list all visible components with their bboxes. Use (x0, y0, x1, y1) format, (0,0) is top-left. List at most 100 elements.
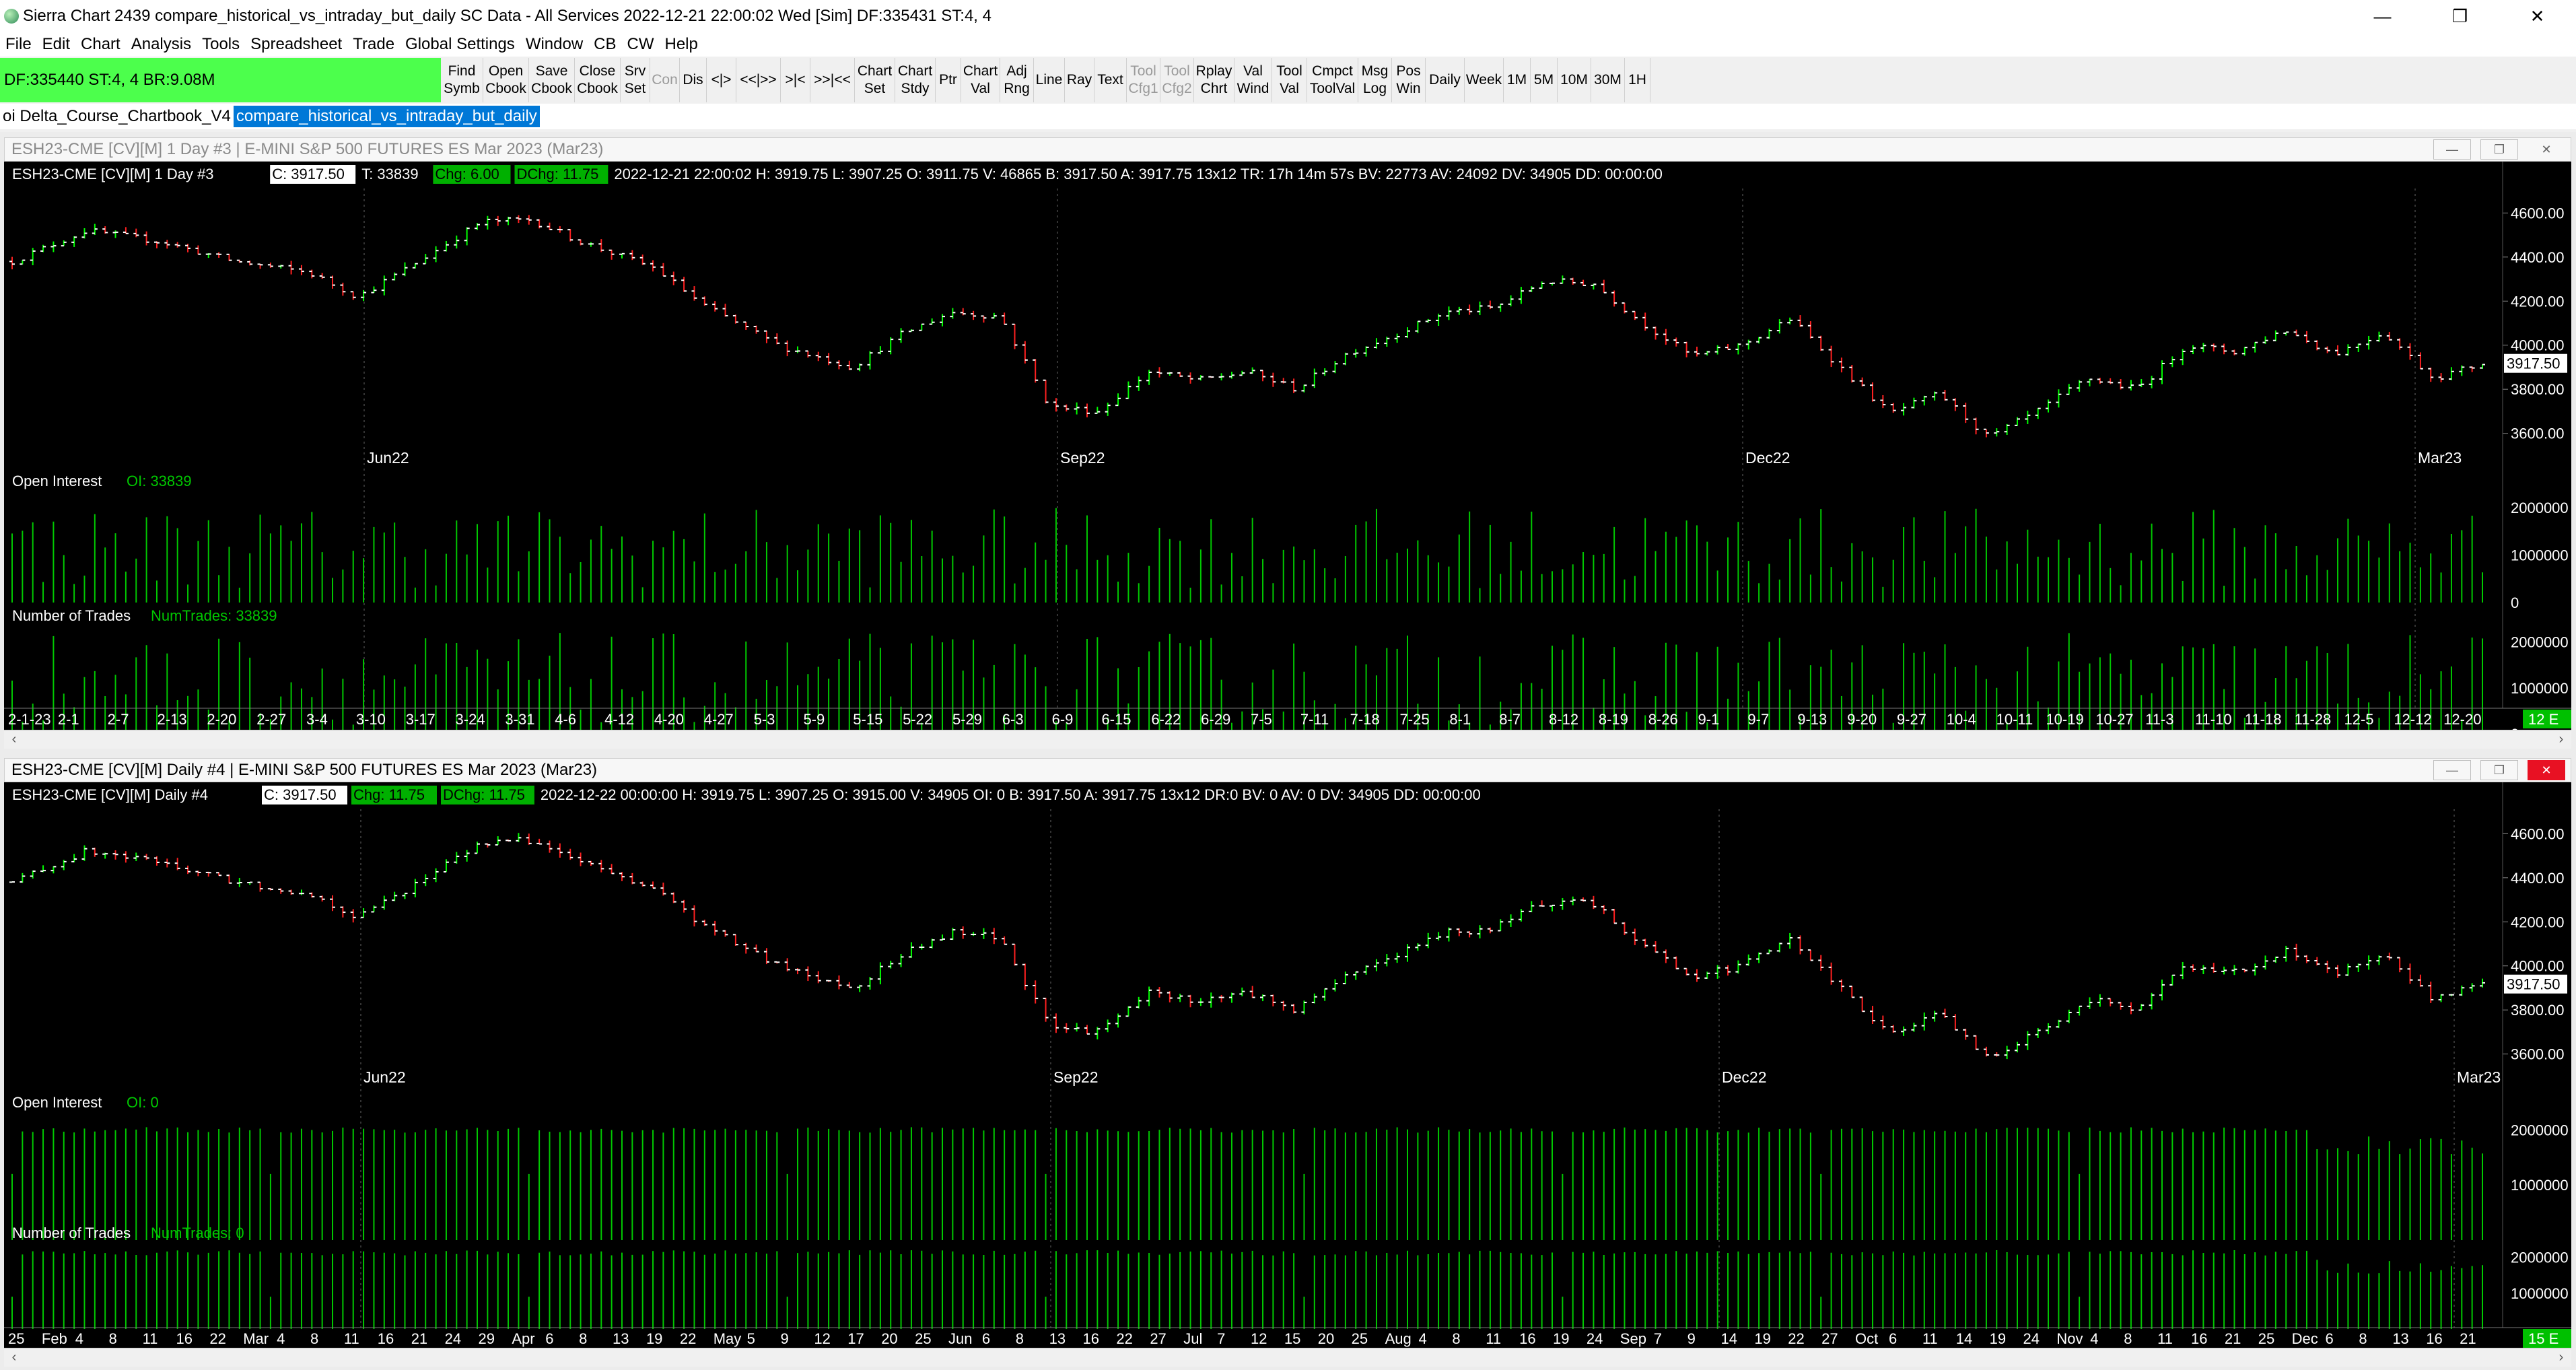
toolbar-btn-10m[interactable]: 10M (1558, 58, 1591, 102)
menu-analysis[interactable]: Analysis (126, 35, 197, 54)
oi-axis-tick-label: 0 (2511, 594, 2519, 611)
scroll-left-icon[interactable]: ‹ (4, 730, 24, 748)
menu-chart[interactable]: Chart (75, 35, 126, 54)
x-axis-tick-label: Nov (2056, 1330, 2083, 1347)
toolbar-btn-1h[interactable]: 1H (1625, 58, 1650, 102)
toolbar-btn-dis[interactable]: Dis (680, 58, 707, 102)
x-axis-tick-label: 4-27 (704, 711, 734, 728)
toolbar-btn-[interactable]: <<|>> (736, 58, 781, 102)
toolbar-btn-daily[interactable]: Daily (1426, 58, 1465, 102)
menu-window[interactable]: Window (520, 35, 588, 54)
chart-window-3[interactable]: ESH23-CME [CV][M] 1 Day #3 | E-MINI S&P … (4, 137, 2571, 749)
toolbar-btn-ray[interactable]: Ray (1065, 58, 1094, 102)
menu-global-settings[interactable]: Global Settings (400, 35, 520, 54)
chart-horizontal-scrollbar[interactable]: ‹ › (4, 730, 2571, 749)
toolbar-btn-toolcfg1[interactable]: Tool Cfg1 (1127, 58, 1160, 102)
scroll-right-icon[interactable]: › (2551, 1348, 2571, 1366)
x-axis-tick-label: 10-11 (1996, 711, 2033, 728)
toolbar-btn-rplaychrt[interactable]: Rplay Chrt (1194, 58, 1234, 102)
x-axis-tick-label: 9 (781, 1330, 789, 1347)
x-axis-tick-label: 3-31 (505, 711, 534, 728)
toolbar-btn-toolcfg2[interactable]: Tool Cfg2 (1160, 58, 1194, 102)
toolbar-btn-adjrng[interactable]: Adj Rng (1000, 58, 1034, 102)
toolbar-btn-chartset[interactable]: Chart Set (855, 58, 895, 102)
x-axis-tick-label: 13 (613, 1330, 629, 1347)
toolbar-btn-1m[interactable]: 1M (1504, 58, 1531, 102)
menu-cw[interactable]: CW (622, 35, 660, 54)
x-axis-tick-label: 21 (411, 1330, 427, 1347)
x-axis-tick-label: 9-1 (1698, 711, 1720, 728)
menu-edit[interactable]: Edit (37, 35, 75, 54)
chart-area[interactable]: ESH23-CME [CV][M] Daily #4 C: 3917.50 Chg:… (4, 782, 2571, 1348)
restore-icon[interactable]: ❐ (2421, 0, 2499, 32)
chart-3-svg[interactable]: ESH23-CME [CV][M] 1 Day #3 C: 3917.50 T: 3… (4, 162, 2571, 730)
x-axis-tick-label: 20 (1318, 1330, 1334, 1347)
x-axis-tick-label: 11 (2157, 1330, 2173, 1347)
chart-info-chg: Chg: 6.00 (435, 166, 499, 182)
toolbar-btn-label: 10M (1560, 72, 1588, 88)
toolbar-btn-chartstdy[interactable]: Chart Stdy (895, 58, 936, 102)
menu-spreadsheet[interactable]: Spreadsheet (245, 35, 347, 54)
chart-window-4[interactable]: ESH23-CME [CV][M] Daily #4 | E-MINI S&P … (4, 758, 2571, 1367)
tab-oi-delta-course-chartbook-v4[interactable]: oi Delta_Course_Chartbook_V4 (0, 106, 234, 127)
chart-4-svg[interactable]: ESH23-CME [CV][M] Daily #4 C: 3917.50 Chg:… (4, 782, 2571, 1348)
menu-file[interactable]: File (0, 35, 37, 54)
toolbar-btn-label: Ray (1066, 72, 1092, 88)
close-icon[interactable]: ✕ (2499, 0, 2576, 32)
toolbar-btn-chartval[interactable]: Chart Val (961, 58, 1000, 102)
x-axis-tick-label: 12 (1251, 1330, 1267, 1347)
tab-compare-historical-vs-intraday-but-daily[interactable]: compare_historical_vs_intraday_but_daily (233, 106, 540, 127)
toolbar-btn-opencbook[interactable]: Open Cbook (483, 58, 529, 102)
menu-cb[interactable]: CB (588, 35, 621, 54)
toolbar-btn-week[interactable]: Week (1465, 58, 1504, 102)
toolbar-btn-srvset[interactable]: Srv Set (621, 58, 650, 102)
x-axis-tick-label: 6-9 (1052, 711, 1074, 728)
toolbar-btn-label: Val (971, 81, 990, 96)
minimize-icon[interactable]: — (2344, 0, 2421, 32)
x-axis-tick-label: 8 (579, 1330, 587, 1347)
toolbar-btn-line[interactable]: Line (1034, 58, 1065, 102)
toolbar-btn-msglog[interactable]: Msg Log (1358, 58, 1392, 102)
x-axis-tick-label: 10-27 (2095, 711, 2133, 728)
toolbar-btn-text[interactable]: Text (1094, 58, 1127, 102)
toolbar-btn-valwind[interactable]: Val Wind (1234, 58, 1272, 102)
toolbar-btn-label: >>|<< (814, 72, 851, 88)
x-axis-tick-label: 5-15 (853, 711, 882, 728)
scroll-left-icon[interactable]: ‹ (4, 1348, 24, 1366)
toolbar-btn-[interactable]: <|> (707, 58, 736, 102)
chart-restore-icon[interactable]: ❐ (2480, 139, 2518, 160)
chart-minimize-icon[interactable]: — (2433, 760, 2471, 780)
chart-info-close: C: 3917.50 (264, 786, 337, 803)
menu-trade[interactable]: Trade (347, 35, 400, 54)
menu-help[interactable]: Help (660, 35, 703, 54)
chart-close-icon[interactable]: ✕ (2528, 760, 2565, 780)
menu-tools[interactable]: Tools (197, 35, 245, 54)
toolbar-btn-closecbook[interactable]: Close Cbook (575, 58, 621, 102)
chart-restore-icon[interactable]: ❐ (2480, 760, 2518, 780)
chart-horizontal-scrollbar[interactable]: ‹ › (4, 1348, 2571, 1367)
chart-window-title-bar[interactable]: ESH23-CME [CV][M] 1 Day #3 | E-MINI S&P … (4, 137, 2571, 162)
chart-window-title-bar[interactable]: ESH23-CME [CV][M] Daily #4 | E-MINI S&P … (4, 758, 2571, 782)
chart-minimize-icon[interactable]: — (2433, 139, 2471, 160)
toolbar-btn-[interactable]: >>|<< (810, 58, 855, 102)
toolbar-btn-findsymb[interactable]: Find Symb (441, 58, 483, 102)
x-axis-tick-label: 10-4 (1947, 711, 1976, 728)
chart-area[interactable]: ESH23-CME [CV][M] 1 Day #3 C: 3917.50 T: 3… (4, 162, 2571, 730)
chart-close-icon[interactable]: ✕ (2528, 139, 2565, 160)
x-axis-tick-label: 6-3 (1002, 711, 1024, 728)
toolbar-btn-label: >|< (785, 72, 806, 88)
x-axis-tick-label: 3-10 (356, 711, 386, 728)
x-axis-tick-label: 22 (680, 1330, 696, 1347)
toolbar-btn-30m[interactable]: 30M (1591, 58, 1625, 102)
toolbar-btn-cmpcttoolval[interactable]: Cmpct ToolVal (1307, 58, 1358, 102)
toolbar-btn-5m[interactable]: 5M (1531, 58, 1558, 102)
toolbar-btn-[interactable]: >|< (781, 58, 810, 102)
toolbar-btn-toolval[interactable]: Tool Val (1272, 58, 1307, 102)
toolbar-btn-con[interactable]: Con (650, 58, 680, 102)
toolbar-btn-poswin[interactable]: Pos Win (1392, 58, 1426, 102)
scroll-right-icon[interactable]: › (2551, 730, 2571, 748)
chart-info-dchg: DChg: 11.75 (443, 786, 525, 803)
toolbar-btn-label: Set (864, 81, 886, 96)
toolbar-btn-ptr[interactable]: Ptr (936, 58, 961, 102)
toolbar-btn-savecbook[interactable]: Save Cbook (529, 58, 575, 102)
